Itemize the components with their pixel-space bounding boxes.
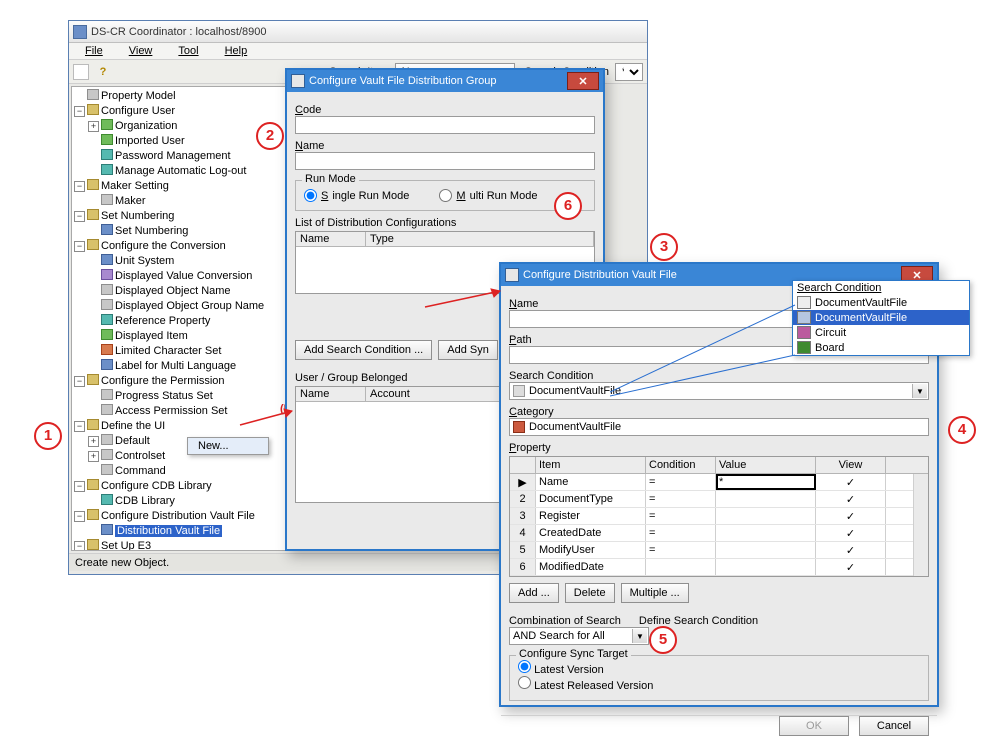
col-item[interactable]: Item (536, 457, 646, 473)
col-type[interactable]: Type (366, 232, 594, 246)
table-row[interactable]: 5ModifyUser= (510, 542, 913, 559)
tree-imported-user[interactable]: Imported User (115, 135, 185, 147)
dlg1-titlebar[interactable]: Configure Vault File Distribution Group … (287, 70, 603, 92)
circuit-icon (797, 326, 811, 339)
tree-property-model[interactable]: Property Model (101, 90, 176, 102)
flyout-option[interactable]: Board (793, 340, 969, 355)
flyout-option[interactable]: DocumentVaultFile (793, 295, 969, 310)
tree-define-ui[interactable]: Define the UI (101, 420, 165, 432)
dlg2-icon (505, 268, 519, 282)
menubar: File View Tool Help (69, 43, 647, 60)
btn-add-sync[interactable]: Add Syn (438, 340, 498, 360)
table-row[interactable]: 6ModifiedDate (510, 559, 913, 576)
ok-button[interactable]: OK (779, 716, 849, 736)
chevron-down-icon[interactable]: ▼ (632, 629, 647, 643)
radio-multi[interactable]: Multi Run Mode (439, 189, 537, 202)
tree-panel[interactable]: Property Model −Configure User +Organiza… (71, 86, 307, 551)
tree-configure-user[interactable]: Configure User (101, 105, 175, 117)
tree-set-numbering-child[interactable]: Set Numbering (115, 225, 188, 237)
table-row[interactable]: 3Register= (510, 508, 913, 525)
titlebar: DS-CR Coordinator : localhost/8900 (69, 21, 647, 43)
col-condition[interactable]: Condition (646, 457, 716, 473)
grid-scrollbar[interactable] (913, 474, 928, 576)
tree-password-mgmt[interactable]: Password Management (115, 150, 231, 162)
define-search-label: Define Search Condition (639, 615, 758, 627)
annotation-3: 3 (650, 233, 678, 261)
radio-released[interactable]: Latest Released Version (518, 680, 653, 692)
cancel-button[interactable]: Cancel (859, 716, 929, 736)
close-icon[interactable]: ✕ (567, 72, 599, 90)
col-value[interactable]: Value (716, 457, 816, 473)
code-input[interactable] (295, 116, 595, 134)
sync-legend: Configure Sync Target (516, 648, 631, 660)
d2-sc-label: Search Condition (509, 370, 929, 382)
toggle-icon[interactable]: − (74, 106, 85, 117)
doc-icon (797, 311, 811, 324)
menu-view[interactable]: View (117, 44, 165, 58)
doc-icon (797, 296, 811, 309)
dlg1-title: Configure Vault File Distribution Group (309, 75, 563, 87)
tree-configure-conversion[interactable]: Configure the Conversion (101, 240, 226, 252)
menu-tool[interactable]: Tool (166, 44, 210, 58)
sync-target-group: Configure Sync Target Latest Version Lat… (509, 655, 929, 701)
runmode-group: Run Mode Single Run Mode Multi Run Mode (295, 180, 595, 211)
col-view[interactable]: View (816, 457, 886, 473)
dlg1-icon (291, 74, 305, 88)
menu-help[interactable]: Help (213, 44, 260, 58)
table-row[interactable]: 2DocumentType= (510, 491, 913, 508)
btn-multiple[interactable]: Multiple ... (621, 583, 689, 603)
d2-cat-label: Category (509, 406, 929, 418)
d2-category[interactable]: DocumentVaultFile (509, 418, 929, 436)
flyout-option[interactable]: Circuit (793, 325, 969, 340)
doc-icon (513, 385, 525, 397)
btn-add[interactable]: Add ... (509, 583, 559, 603)
btn-delete[interactable]: Delete (565, 583, 615, 603)
tree-dist-vault-file[interactable]: Configure Distribution Vault File (101, 510, 255, 522)
tree-dist-vault-file-child[interactable]: Distribution Vault File (115, 525, 222, 537)
menu-file[interactable]: File (73, 44, 115, 58)
property-grid[interactable]: Item Condition Value View ▶Name=*2Docume… (509, 456, 929, 577)
name-label: Name (295, 140, 595, 152)
tree-set-numbering[interactable]: Set Numbering (101, 210, 174, 222)
status-text: Create new Object. (75, 557, 169, 569)
search-condition-flyout: Search Condition DocumentVaultFile Docum… (792, 280, 970, 356)
combo-search-select[interactable]: AND Search for All ▼ (509, 627, 649, 645)
board-icon (797, 341, 811, 354)
flyout-title: Search Condition (793, 281, 969, 295)
tree-configure-permission[interactable]: Configure the Permission (101, 375, 225, 387)
search-cond-select[interactable]: * (615, 63, 643, 81)
list-label: List of Distribution Configurations (295, 217, 595, 229)
chevron-down-icon[interactable]: ▼ (912, 384, 927, 398)
tree-setup-e3[interactable]: Set Up E3 (101, 540, 151, 551)
radio-single[interactable]: Single Run Mode (304, 189, 409, 202)
tree-maker[interactable]: Maker (115, 195, 146, 207)
config-tree: Property Model −Configure User +Organiza… (72, 89, 306, 551)
app-icon (73, 25, 87, 39)
col-name[interactable]: Name (296, 232, 366, 246)
combo-search-label: Combination of Search (509, 615, 621, 627)
app-title: DS-CR Coordinator : localhost/8900 (91, 26, 643, 38)
category-icon (513, 421, 525, 433)
d2-sc-select[interactable]: DocumentVaultFile ▼ (509, 382, 929, 400)
radio-latest[interactable]: Latest Version (518, 664, 604, 676)
name-input[interactable] (295, 152, 595, 170)
table-row[interactable]: 4CreatedDate= (510, 525, 913, 542)
runmode-legend: Run Mode (302, 173, 359, 185)
d2-prop-label: Property (509, 442, 929, 454)
code-label: Code (295, 104, 595, 116)
tree-auto-logout[interactable]: Manage Automatic Log-out (115, 165, 246, 177)
flyout-option[interactable]: DocumentVaultFile (793, 310, 969, 325)
new-icon[interactable] (73, 64, 89, 80)
help-icon[interactable]: ? (95, 64, 111, 80)
ctx-new[interactable]: New... (188, 438, 268, 454)
ug-col-name[interactable]: Name (296, 387, 366, 401)
context-menu: New... (187, 437, 269, 455)
tree-maker-setting[interactable]: Maker Setting (101, 180, 169, 192)
tree-organization[interactable]: Organization (115, 120, 177, 132)
annotation-1: 1 (34, 422, 62, 450)
annotation-4: 4 (948, 416, 976, 444)
table-row[interactable]: ▶Name=* (510, 474, 913, 491)
btn-add-search-cond[interactable]: Add Search Condition ... (295, 340, 432, 360)
tree-cdb-library[interactable]: Configure CDB Library (101, 480, 212, 492)
